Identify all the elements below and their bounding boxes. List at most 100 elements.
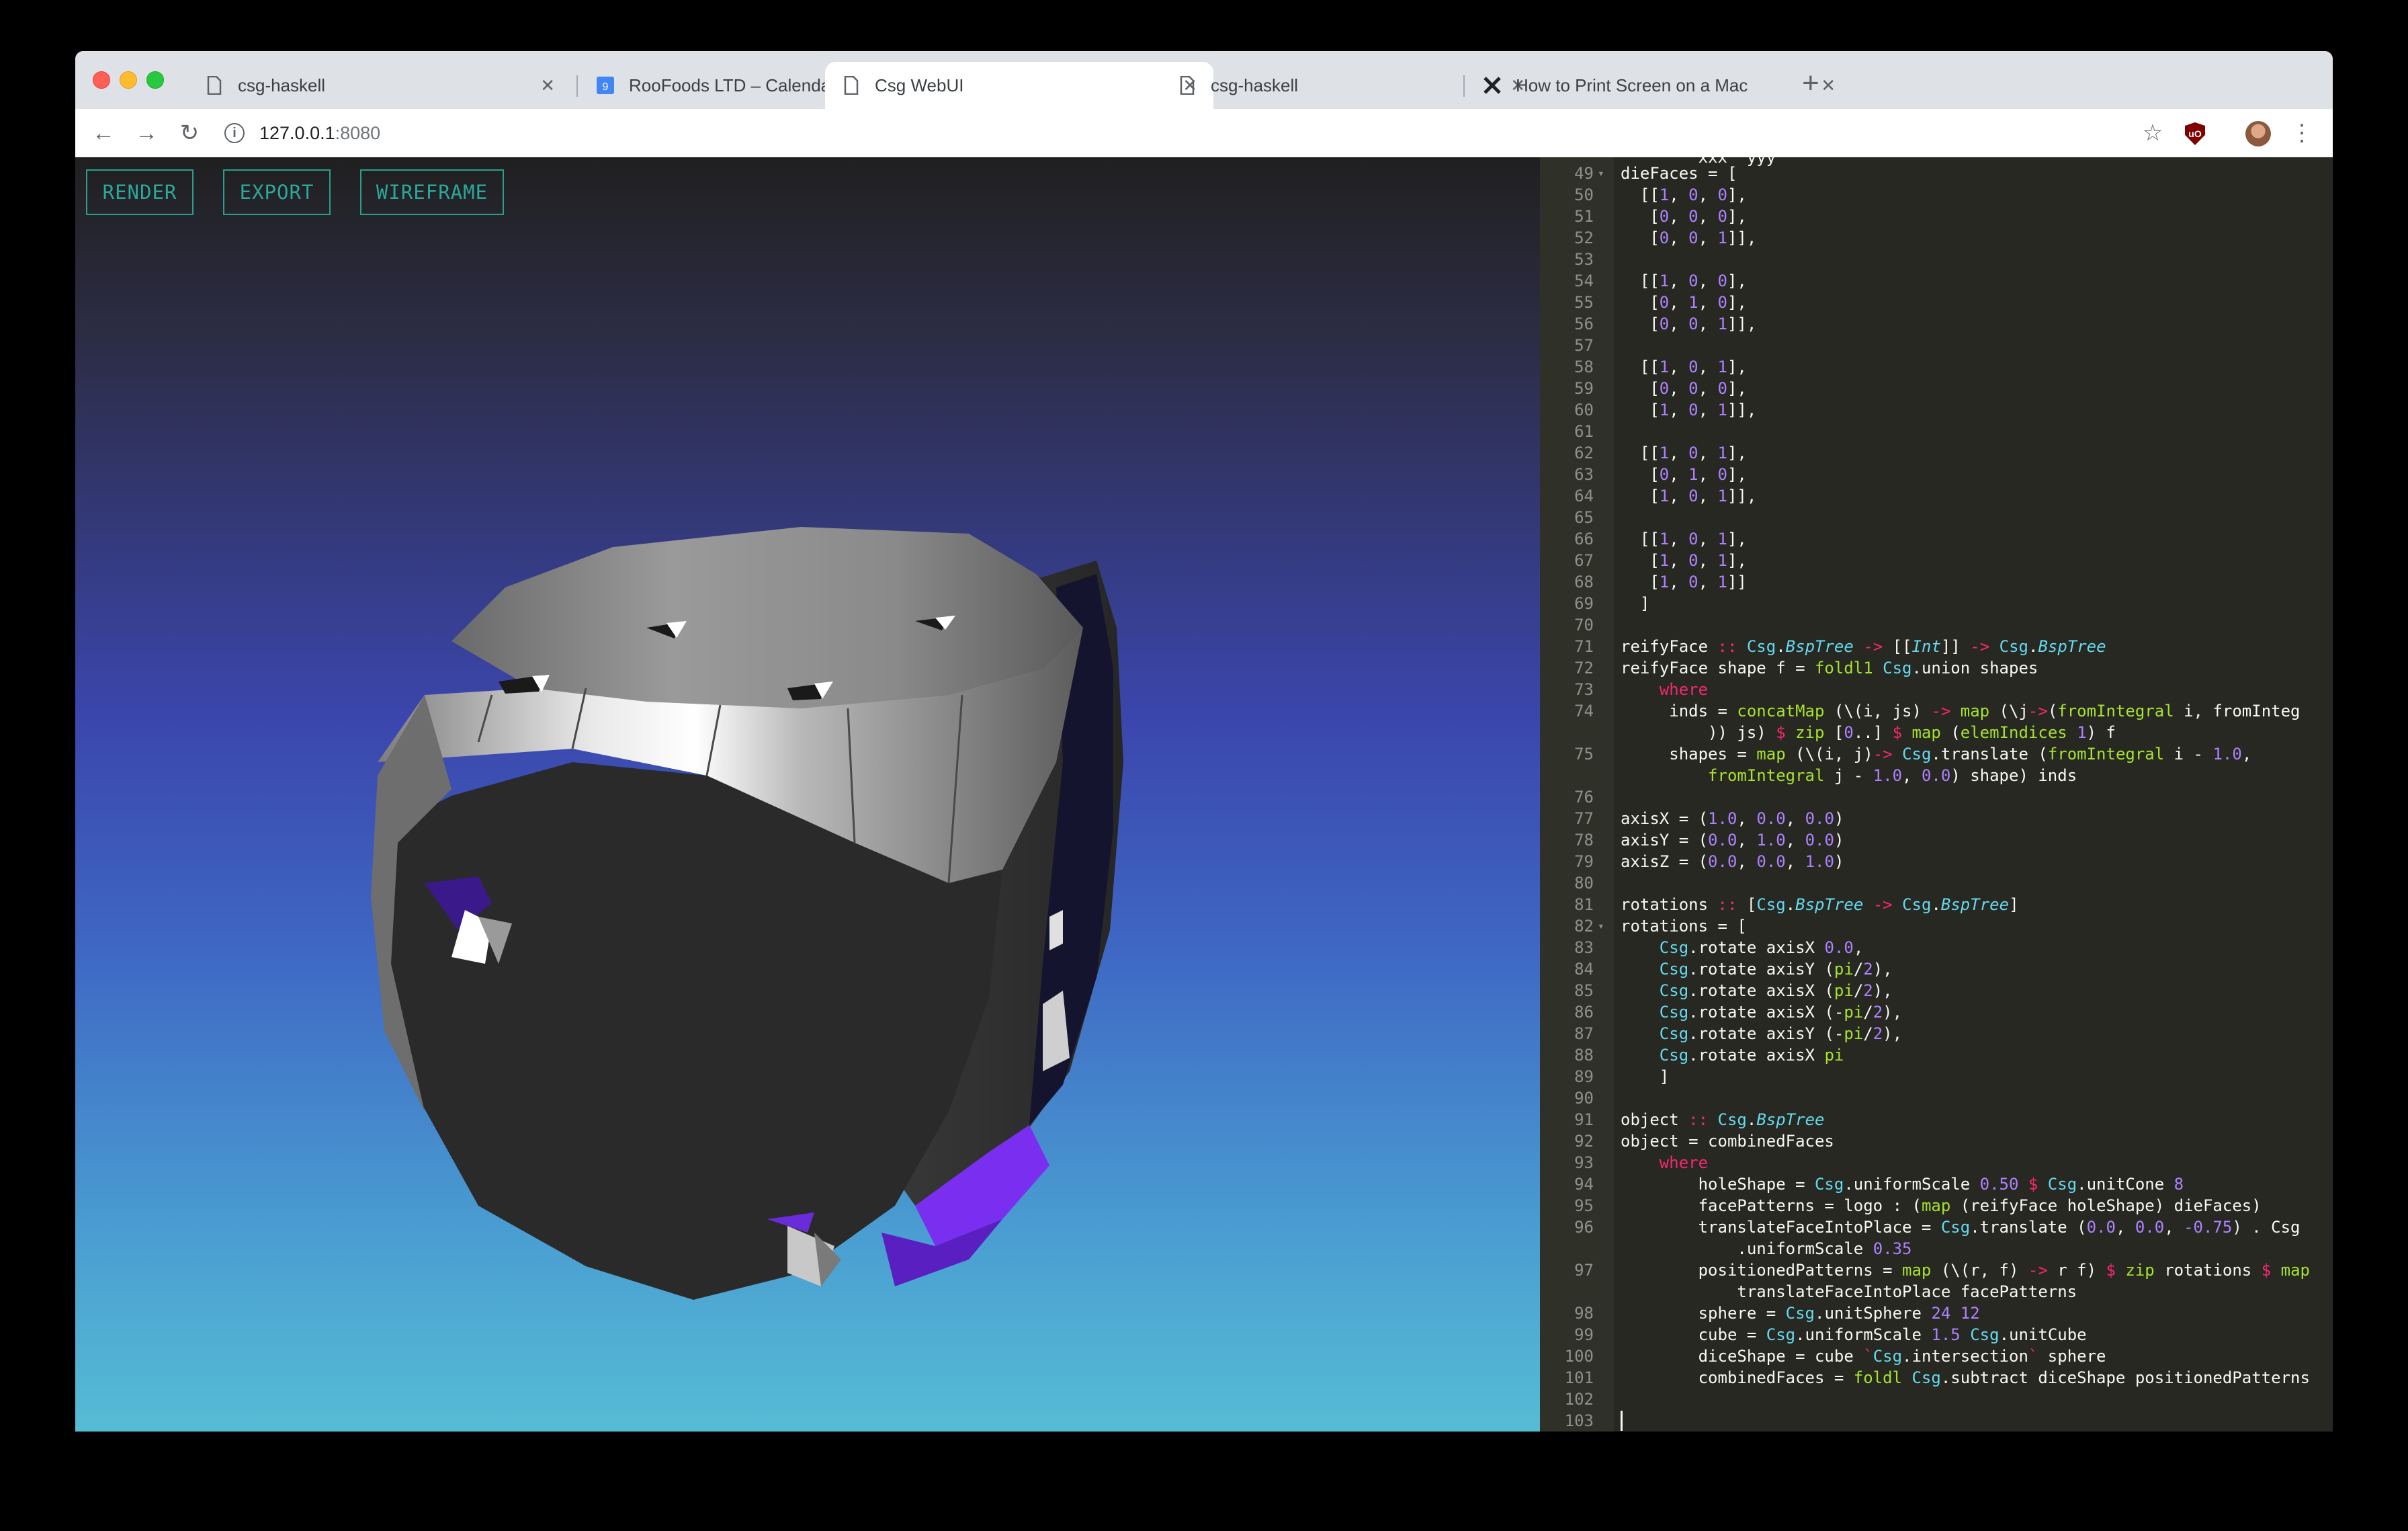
code-text: axisZ = (0.0, 0.0, 1.0) (1621, 852, 1844, 871)
code-text: object :: Csg.BspTree (1621, 1110, 1825, 1129)
dice-model (371, 527, 1123, 1300)
code-text: Csg.rotate axisX (pi/2), (1659, 981, 1893, 1000)
text-cursor (1621, 1411, 1623, 1431)
code-text: rotations :: [Csg.BspTree -> Csg.BspTree… (1621, 895, 2019, 914)
profile-avatar[interactable] (2245, 121, 2271, 147)
code-text: .uniformScale 0.35 (1621, 1239, 1912, 1258)
back-icon[interactable]: ← (89, 118, 118, 148)
new-tab-button[interactable]: + (1802, 69, 1819, 98)
code-text: Csg.rotate axisY (-pi/2), (1659, 1024, 1903, 1043)
line-number: 70 (1574, 616, 1594, 634)
line-number: 53 (1574, 250, 1594, 269)
close-tab-icon[interactable]: ✕ (1821, 75, 1836, 96)
render-viewport[interactable]: RENDER EXPORT WIREFRAME (75, 157, 1540, 1432)
close-tab-icon[interactable]: ✕ (540, 75, 555, 96)
code-text: reifyFace shape f = foldl1 Csg.union sha… (1621, 659, 2038, 677)
code-text: where (1659, 1153, 1709, 1172)
code-text: cube = Csg.uniformScale 1.5 Csg.unitCube (1621, 1325, 2087, 1344)
line-number: 67 (1574, 551, 1594, 570)
code-text: [1, 0, 1]], (1621, 487, 1757, 505)
code-text: Csg.rotate axisX 0.0, (1659, 938, 1864, 957)
code-text: rotations = [ (1621, 917, 1747, 936)
code-text: ] (1621, 594, 1650, 613)
code-editor[interactable]: xxx yyy 49 ▾ dieFaces = [50 [[1, 0, 0], 51 [… (1540, 157, 2333, 1432)
code-text: [1, 0, 1], (1621, 551, 1747, 570)
code-text: dieFaces = [ (1621, 164, 1737, 183)
line-number: 95 (1574, 1196, 1594, 1215)
line-number: 65 (1574, 508, 1594, 527)
code-text: [1, 0, 1]] (1621, 573, 1747, 591)
line-number: 94 (1574, 1175, 1594, 1194)
line-number: 86 (1574, 1003, 1594, 1022)
line-number: 69 (1574, 594, 1594, 613)
code-text: holeShape = Csg.uniformScale 0.50 $ Csg.… (1621, 1175, 2184, 1194)
line-number: 100 (1564, 1347, 1594, 1366)
line-number: 96 (1574, 1218, 1594, 1237)
fold-arrow-icon[interactable]: ▾ (1598, 915, 1604, 937)
calendar-badge: 9 (603, 81, 609, 93)
line-number: 60 (1574, 401, 1594, 419)
line-number: 64 (1574, 487, 1594, 505)
line-number: 82 (1574, 917, 1594, 936)
tab-csg-haskell-1[interactable]: csg-haskell ✕ (188, 62, 571, 109)
forward-icon[interactable]: → (132, 118, 161, 148)
code-text: ] (1621, 1067, 1670, 1086)
line-number: 49 (1574, 164, 1594, 183)
line-number: 62 (1574, 444, 1594, 462)
tab-csg-webui[interactable]: Csg WebUI ✕ (825, 62, 1213, 109)
tab-title: RooFoods LTD – Calendar - We (629, 75, 859, 95)
browser-menu-icon[interactable]: ⋮ (2287, 118, 2317, 148)
close-window-button[interactable] (93, 71, 110, 89)
code-text: [0, 0, 0], (1621, 207, 1747, 226)
line-number: 55 (1574, 293, 1594, 312)
code-text: Csg.rotate axisX (-pi/2), (1659, 1003, 1903, 1022)
page-icon (204, 75, 224, 95)
code-text: [[1, 0, 0], (1621, 185, 1747, 204)
code-text: shapes = map (\(i, j)-> Csg.translate (f… (1621, 745, 2252, 763)
zoom-window-button[interactable] (146, 71, 164, 89)
code-text: reifyFace :: Csg.BspTree -> [[Int]] -> C… (1621, 637, 2106, 656)
line-number: 84 (1574, 960, 1594, 979)
line-number: 66 (1574, 530, 1594, 548)
site-info-icon[interactable]: i (224, 123, 245, 143)
code-text: positionedPatterns = map (\(r, f) -> r f… (1621, 1261, 2310, 1280)
line-number: 57 (1574, 336, 1594, 355)
code-text: axisY = (0.0, 1.0, 0.0) (1621, 831, 1844, 850)
code-text: [[1, 0, 1], (1621, 444, 1747, 462)
line-number: 76 (1574, 788, 1594, 806)
address-host: 127.0.0.1 (259, 122, 335, 143)
reload-icon[interactable]: ↻ (175, 118, 204, 148)
code-text: Csg.rotate axisX pi (1659, 1046, 1844, 1065)
line-number: 92 (1574, 1132, 1594, 1151)
line-number: 102 (1564, 1390, 1594, 1409)
page-icon (1177, 75, 1197, 95)
line-number: 54 (1574, 272, 1594, 290)
code-text: )) js) $ zip [0..] $ map (elemIndices 1)… (1621, 723, 2116, 742)
line-number: 63 (1574, 465, 1594, 484)
fold-arrow-icon[interactable]: ▾ (1598, 163, 1604, 184)
code-text: [[1, 0, 0], (1621, 272, 1747, 290)
line-number: 89 (1574, 1067, 1594, 1086)
line-number: 78 (1574, 831, 1594, 850)
address-bar[interactable]: i 127.0.0.1:8080 (224, 116, 2173, 151)
bookmark-star-icon[interactable]: ☆ (2138, 118, 2167, 148)
line-number: 87 (1574, 1024, 1594, 1043)
code-text: [0, 0, 1]], (1621, 315, 1757, 333)
tab-print-screen[interactable]: How to Print Screen on a Mac ✕ (1466, 62, 1852, 109)
ublock-extension-icon[interactable]: uO (2185, 122, 2205, 145)
code-text: translateFaceIntoPlace facePatterns (1621, 1282, 2077, 1301)
x-logo-icon (1482, 75, 1502, 95)
code-text: Csg.rotate axisY (pi/2), (1659, 960, 1893, 979)
line-number: 61 (1574, 422, 1594, 441)
code-text: [1, 0, 1]], (1621, 401, 1757, 419)
code-text: translateFaceIntoPlace = Csg.translate (… (1621, 1218, 2300, 1237)
tab-title: How to Print Screen on a Mac (1516, 75, 1748, 95)
code-text: facePatterns = logo : (map (reifyFace ho… (1621, 1196, 2262, 1215)
code-text: [0, 1, 0], (1621, 465, 1747, 484)
line-number: 93 (1574, 1153, 1594, 1172)
tab-title: Csg WebUI (875, 75, 964, 95)
tab-strip: csg-haskell ✕ 9 RooFoods LTD – Calendar … (75, 51, 2333, 109)
code-text: inds = concatMap (\(i, js) -> map (\j->(… (1621, 702, 2300, 720)
minimize-window-button[interactable] (120, 71, 137, 89)
code-text: [[1, 0, 1], (1621, 530, 1747, 548)
